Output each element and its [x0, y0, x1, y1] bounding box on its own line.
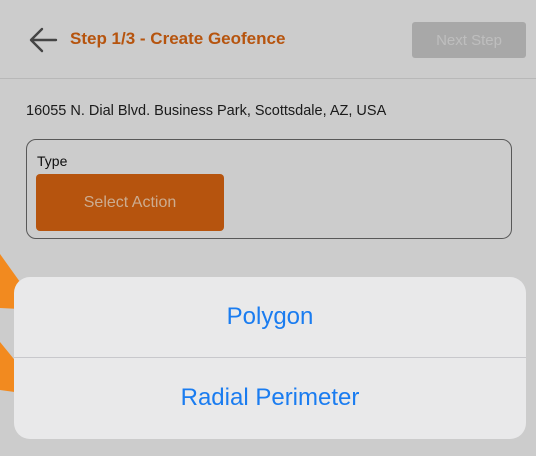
option-radial-perimeter[interactable]: Radial Perimeter	[14, 358, 526, 438]
action-sheet: Polygon Radial Perimeter	[14, 277, 526, 439]
option-polygon[interactable]: Polygon	[14, 277, 526, 357]
